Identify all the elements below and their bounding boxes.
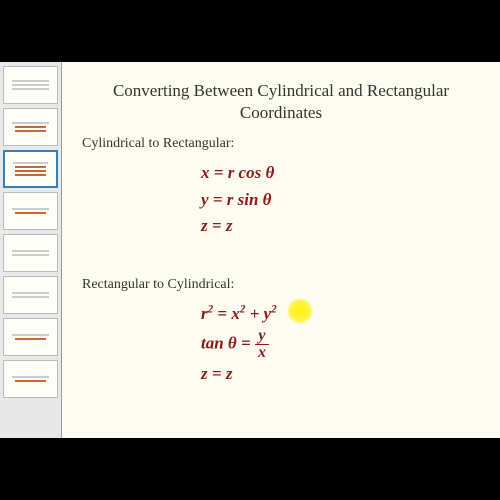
slide-thumb[interactable] <box>3 318 58 356</box>
formula: x = r cos θ <box>201 160 361 186</box>
slide-thumb[interactable] <box>3 234 58 272</box>
section-heading-1: Cylindrical to Rectangular: <box>82 136 480 152</box>
slide-thumb[interactable] <box>3 276 58 314</box>
formula: z = z <box>201 213 361 239</box>
formula-block-1: x = r cos θ y = r sin θ z = z <box>201 160 361 239</box>
formula: z = z <box>201 361 361 387</box>
slide-thumb[interactable] <box>3 108 58 146</box>
title-line: Converting Between Cylindrical and Recta… <box>113 81 449 100</box>
formula: y = r sin θ <box>201 187 361 213</box>
slide-thumb[interactable] <box>3 192 58 230</box>
slide-title: Converting Between Cylindrical and Recta… <box>82 80 480 124</box>
title-line: Coordinates <box>240 103 322 122</box>
slide-thumb-active[interactable] <box>3 150 58 188</box>
formula: r2 = x2 + y2 <box>201 301 361 327</box>
slide-thumbnail-panel[interactable] <box>0 62 62 438</box>
slide-thumb[interactable] <box>3 360 58 398</box>
slide-thumb[interactable] <box>3 66 58 104</box>
slide-content: Converting Between Cylindrical and Recta… <box>62 62 500 438</box>
formula-block-2: r2 = x2 + y2 tan θ = yx z = z <box>201 301 361 387</box>
formula: tan θ = yx <box>201 328 361 361</box>
section-heading-2: Rectangular to Cylindrical: <box>82 277 480 293</box>
presentation-window: Converting Between Cylindrical and Recta… <box>0 62 500 438</box>
